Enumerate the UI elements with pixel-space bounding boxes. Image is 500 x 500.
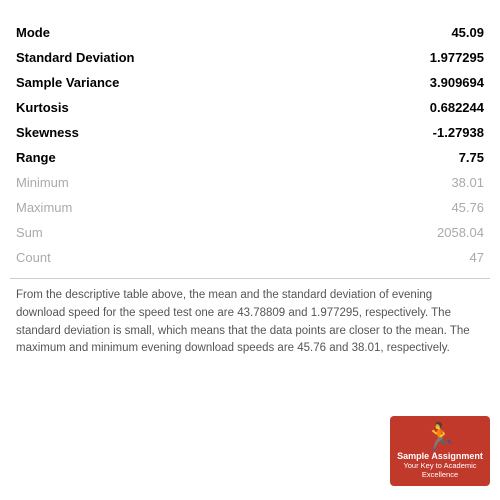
table-row: Minimum38.01 (10, 170, 490, 195)
stat-value: 45.09 (328, 20, 490, 45)
table-row: Sum2058.04 (10, 220, 490, 245)
table-row: Mode45.09 (10, 20, 490, 45)
table-row: Kurtosis0.682244 (10, 95, 490, 120)
stat-value: 45.76 (328, 195, 490, 220)
main-container: Mode45.09Standard Deviation1.977295Sampl… (0, 0, 500, 500)
table-row: Maximum45.76 (10, 195, 490, 220)
description-text: From the descriptive table above, the me… (10, 287, 490, 358)
table-row: Sample Variance3.909694 (10, 70, 490, 95)
stat-label: Count (10, 245, 328, 270)
table-row: Count47 (10, 245, 490, 270)
stat-value: 38.01 (328, 170, 490, 195)
stat-value: 1.977295 (328, 45, 490, 70)
stat-label: Standard Deviation (10, 45, 328, 70)
stat-value: -1.27938 (328, 120, 490, 145)
watermark-subtitle: Your Key to Academic Excellence (396, 461, 484, 479)
stat-value: 3.909694 (328, 70, 490, 95)
stat-label: Mode (10, 20, 328, 45)
stat-label: Maximum (10, 195, 328, 220)
watermark-title: Sample Assignment (397, 451, 483, 462)
stat-label: Sample Variance (10, 70, 328, 95)
divider (10, 278, 490, 279)
watermark-icon: 🏃 (424, 423, 456, 449)
stat-value: 7.75 (328, 145, 490, 170)
stat-label: Skewness (10, 120, 328, 145)
stat-value: 2058.04 (328, 220, 490, 245)
stat-label: Range (10, 145, 328, 170)
table-row: Standard Deviation1.977295 (10, 45, 490, 70)
stats-table: Mode45.09Standard Deviation1.977295Sampl… (10, 20, 490, 270)
watermark-badge: 🏃 Sample Assignment Your Key to Academic… (390, 416, 490, 486)
table-row: Range7.75 (10, 145, 490, 170)
stat-label: Sum (10, 220, 328, 245)
stat-label: Minimum (10, 170, 328, 195)
table-row: Skewness-1.27938 (10, 120, 490, 145)
stat-value: 0.682244 (328, 95, 490, 120)
stat-label: Kurtosis (10, 95, 328, 120)
stat-value: 47 (328, 245, 490, 270)
